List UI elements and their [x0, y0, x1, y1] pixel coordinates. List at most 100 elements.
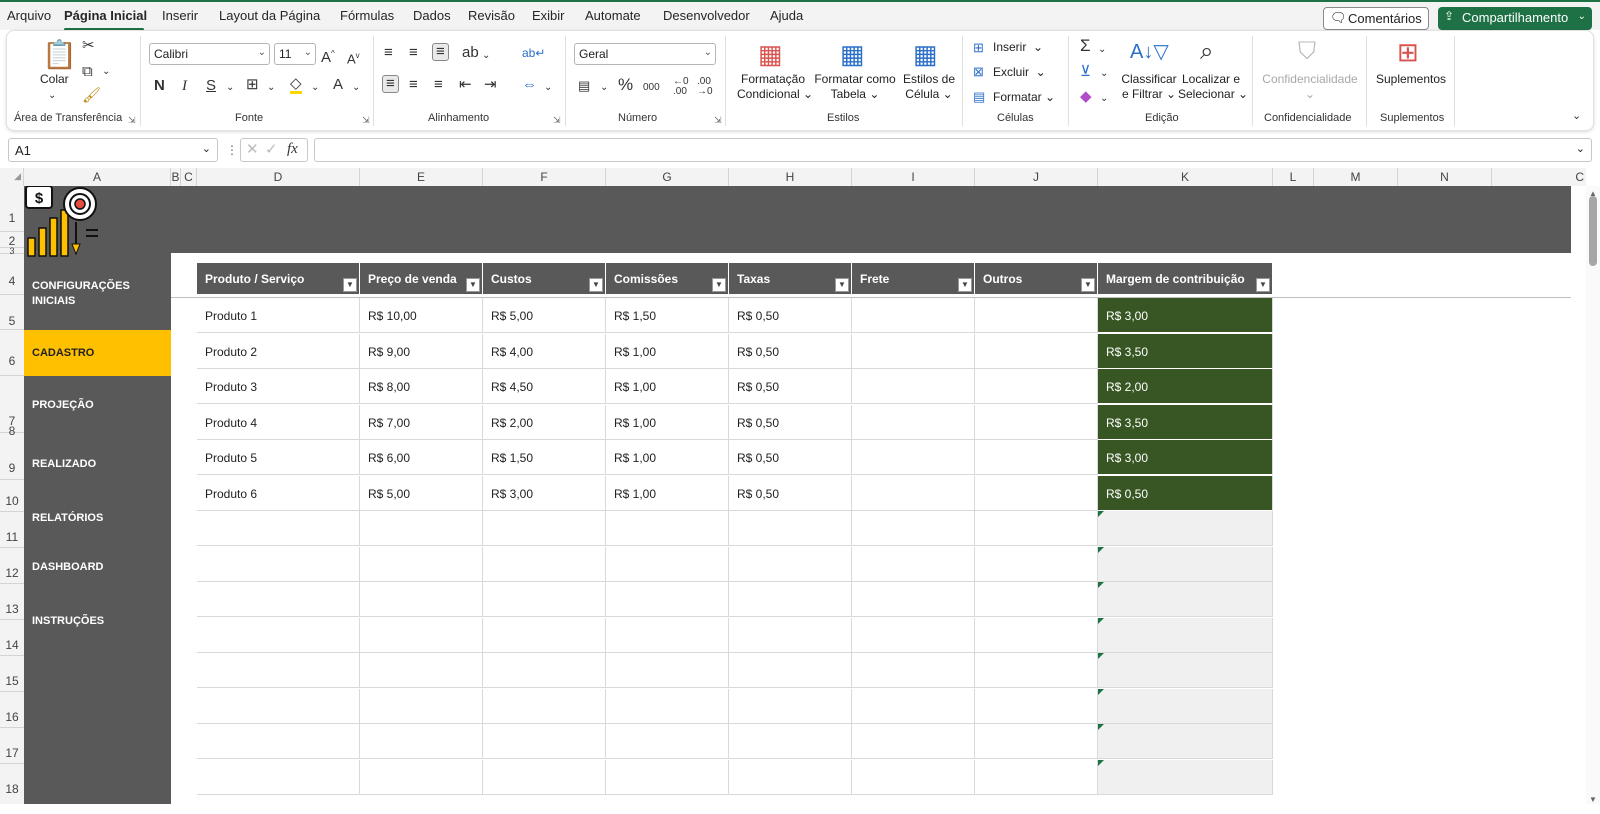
row-header-1[interactable]: 1 — [0, 186, 24, 232]
chevron-down-icon[interactable]: ⌄ — [102, 64, 110, 80]
cell-outros[interactable] — [975, 547, 1098, 582]
menu-file[interactable]: Arquivo — [7, 8, 51, 23]
table-header-custos[interactable]: Custos ▼ — [483, 263, 606, 294]
align-center-icon[interactable]: ≡ — [409, 77, 418, 93]
clear-icon[interactable]: ◆ — [1080, 89, 1092, 105]
cell-produto[interactable] — [197, 760, 360, 795]
row-header-14[interactable]: 14 — [0, 620, 24, 656]
column-header-b[interactable]: B — [171, 168, 181, 186]
cell-frete[interactable] — [852, 405, 975, 440]
increase-font-icon[interactable]: A^ — [321, 46, 335, 66]
cell-taxas[interactable]: R$ 0,50 — [729, 476, 852, 511]
cell-outros[interactable] — [975, 760, 1098, 795]
cell-comissoes[interactable] — [606, 760, 729, 795]
nav-cadastro[interactable]: CADASTRO — [24, 330, 171, 376]
cell-outros[interactable] — [975, 298, 1098, 333]
cell-comissoes[interactable] — [606, 511, 729, 546]
format-as-table-button[interactable]: Formatar como Tabela ⌄ — [812, 72, 898, 102]
cell-margem[interactable]: R$ 2,00 — [1098, 369, 1273, 404]
menu-data[interactable]: Dados — [413, 8, 451, 23]
chevron-down-icon[interactable]: ⌄ — [226, 80, 234, 96]
cell-preco[interactable]: R$ 9,00 — [360, 334, 483, 369]
font-color-icon[interactable]: A — [333, 77, 343, 93]
cell-custos[interactable]: R$ 1,50 — [483, 440, 606, 475]
row-header-17[interactable]: 17 — [0, 728, 24, 764]
cell-preco[interactable]: R$ 8,00 — [360, 369, 483, 404]
cell-produto[interactable] — [197, 653, 360, 688]
cell-preco[interactable] — [360, 511, 483, 546]
sort-filter-button[interactable]: Classificar e Filtrar ⌄ — [1118, 72, 1180, 102]
filter-dropdown-icon[interactable]: ▼ — [1081, 278, 1095, 292]
row-header-13[interactable]: 13 — [0, 584, 24, 620]
cell-outros[interactable] — [975, 440, 1098, 475]
table-header-preco[interactable]: Preço de venda ▼ — [360, 263, 483, 294]
cell-taxas[interactable]: R$ 0,50 — [729, 334, 852, 369]
cell-frete[interactable] — [852, 476, 975, 511]
align-middle-icon[interactable]: ≡ — [409, 45, 418, 61]
cell-frete[interactable] — [852, 724, 975, 759]
chevron-down-icon[interactable]: ⌄ — [1098, 42, 1106, 58]
align-left-icon[interactable]: ≡ — [382, 75, 399, 93]
menu-insert[interactable]: Inserir — [162, 8, 198, 23]
column-header-n[interactable]: N — [1398, 168, 1492, 186]
cell-margem[interactable]: R$ 3,50 — [1098, 334, 1273, 369]
nav-realizado[interactable]: REALIZADO — [24, 457, 171, 475]
fill-color-icon[interactable]: ◇ — [290, 76, 302, 94]
chevron-down-icon[interactable]: ⌄ — [544, 80, 552, 96]
cell-frete[interactable] — [852, 511, 975, 546]
cell-produto[interactable] — [197, 547, 360, 582]
select-all-corner[interactable]: ◢ — [0, 168, 24, 186]
row-header-18[interactable]: 18 — [0, 764, 24, 804]
cell-comissoes[interactable]: R$ 1,50 — [606, 298, 729, 333]
paste-icon[interactable]: 📋 — [42, 40, 77, 70]
row-header-8[interactable]: 8 — [0, 403, 24, 439]
cell-outros[interactable] — [975, 476, 1098, 511]
column-header-h[interactable]: H — [729, 168, 852, 186]
align-top-icon[interactable]: ≡ — [384, 45, 393, 61]
cell-taxas[interactable] — [729, 582, 852, 617]
alignment-launcher-icon[interactable]: ⇲ — [553, 115, 561, 126]
cell-custos[interactable] — [483, 653, 606, 688]
chevron-down-icon[interactable]: ⌄ — [1100, 66, 1108, 82]
column-header-c[interactable]: C — [181, 168, 197, 186]
cell-comissoes[interactable] — [606, 689, 729, 724]
cell-produto[interactable]: Produto 1 — [197, 298, 360, 333]
cell-frete[interactable] — [852, 760, 975, 795]
cell-taxas[interactable]: R$ 0,50 — [729, 298, 852, 333]
chevron-down-icon[interactable]: ⌄ — [352, 80, 360, 96]
decrease-decimal-icon[interactable]: .00 →0 — [697, 77, 713, 97]
cell-taxas[interactable] — [729, 760, 852, 795]
conditional-formatting-button[interactable]: Formatação Condicional ⌄ — [737, 72, 813, 102]
find-select-icon[interactable]: ⌕ — [1200, 38, 1213, 66]
cell-outros[interactable] — [975, 582, 1098, 617]
table-header-produto[interactable]: Produto / Serviço ▼ — [197, 263, 360, 294]
cell-outros[interactable] — [975, 618, 1098, 653]
font-size-select[interactable]: 11 ⌄ — [274, 43, 316, 65]
cell-custos[interactable] — [483, 689, 606, 724]
cell-preco[interactable] — [360, 618, 483, 653]
cell-outros[interactable] — [975, 724, 1098, 759]
cell-custos[interactable] — [483, 547, 606, 582]
cell-preco[interactable] — [360, 760, 483, 795]
chevron-down-icon[interactable]: ⌄ — [600, 80, 608, 96]
cell-preco[interactable]: R$ 7,00 — [360, 405, 483, 440]
cell-taxas[interactable]: R$ 0,50 — [729, 405, 852, 440]
cell-comissoes[interactable] — [606, 547, 729, 582]
cell-custos[interactable]: R$ 5,00 — [483, 298, 606, 333]
row-header-10[interactable]: 10 — [0, 480, 24, 512]
chevron-down-icon[interactable]: ⌄ — [1100, 91, 1108, 107]
cancel-icon[interactable]: ✕ — [246, 142, 259, 158]
cell-frete[interactable] — [852, 547, 975, 582]
nav-projecao[interactable]: PROJEÇÃO — [24, 398, 171, 416]
column-header-g[interactable]: G — [606, 168, 729, 186]
cell-comissoes[interactable] — [606, 653, 729, 688]
cell-custos[interactable] — [483, 511, 606, 546]
nav-relatorios[interactable]: RELATÓRIOS — [24, 511, 171, 529]
cell-custos[interactable] — [483, 618, 606, 653]
menu-review[interactable]: Revisão — [468, 8, 515, 23]
row-header-5[interactable]: 5 — [0, 295, 24, 330]
paste-button[interactable]: Colar — [40, 72, 69, 87]
row-header-12[interactable]: 12 — [0, 548, 24, 584]
cell-comissoes[interactable] — [606, 582, 729, 617]
menu-help[interactable]: Ajuda — [770, 8, 803, 23]
